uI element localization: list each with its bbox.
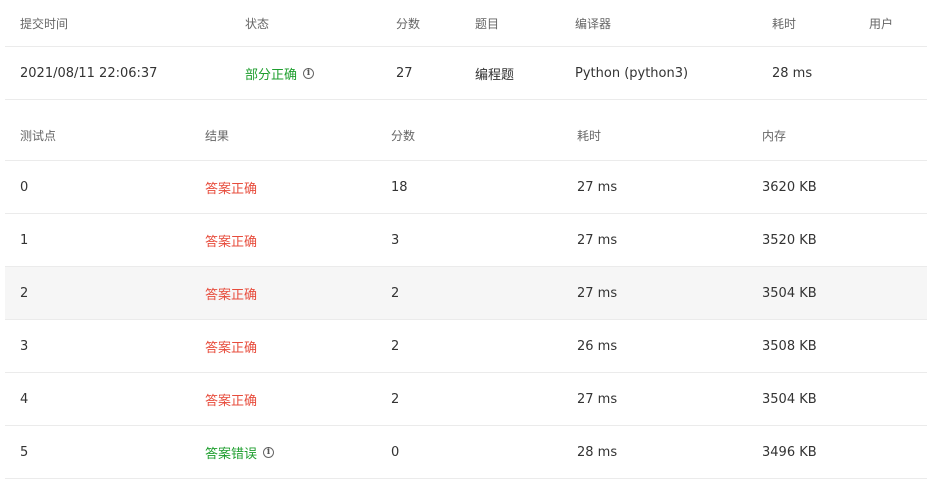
header-duration: 耗时 <box>772 16 797 31</box>
testcase-result-cell: 答案错误 i <box>205 426 275 478</box>
testcase-memory: 3496 KB <box>762 444 817 460</box>
table-row: 0 答案正确 18 27 ms 3620 KB <box>5 161 927 214</box>
testcase-memory: 3520 KB <box>762 232 817 248</box>
table-row: 5 答案错误 i 0 28 ms 3496 KB <box>5 426 927 479</box>
testcase-memory: 3508 KB <box>762 338 817 354</box>
testcase-header-row: 测试点 结果 分数 耗时 内存 <box>5 110 927 161</box>
testcase-time: 26 ms <box>577 338 618 354</box>
testcase-id: 3 <box>20 338 29 354</box>
table-row: 2 答案正确 2 27 ms 3504 KB <box>5 267 927 320</box>
testcase-id: 2 <box>20 285 29 301</box>
submit-duration: 28 ms <box>772 65 813 81</box>
testcase-time: 27 ms <box>577 285 618 301</box>
status-label: 部分正确 <box>245 67 298 83</box>
testcase-id: 4 <box>20 391 29 407</box>
header-user: 用户 <box>869 16 894 31</box>
table-row: 4 答案正确 2 27 ms 3504 KB <box>5 373 927 426</box>
info-icon[interactable]: i <box>303 67 315 79</box>
table-row: 3 答案正确 2 26 ms 3508 KB <box>5 320 927 373</box>
testcase-time: 27 ms <box>577 391 618 407</box>
testcase-result: 答案正确 <box>205 181 258 197</box>
header-compiler: 编译器 <box>575 16 612 31</box>
testcase-score: 18 <box>391 179 408 195</box>
testcase-result: 答案正确 <box>205 287 258 303</box>
submit-compiler: Python (python3) <box>575 65 689 81</box>
header-test-time: 耗时 <box>577 128 602 143</box>
submit-status: 部分正确 i <box>245 47 315 99</box>
header-test-score: 分数 <box>391 128 416 143</box>
testcase-time: 28 ms <box>577 444 618 460</box>
header-problem: 题目 <box>475 16 500 31</box>
testcase-score: 0 <box>391 444 400 460</box>
submission-table: 提交时间 状态 分数 题目 编译器 耗时 用户 2021/08/11 22:06… <box>5 0 927 100</box>
header-score: 分数 <box>396 16 421 31</box>
header-status: 状态 <box>245 16 270 31</box>
header-memory: 内存 <box>762 128 787 143</box>
testcase-score: 3 <box>391 232 400 248</box>
submission-row: 2021/08/11 22:06:37 部分正确 i 27 编程题 Python… <box>5 47 927 100</box>
testcase-result: 答案正确 <box>205 234 258 250</box>
testcase-score: 2 <box>391 391 400 407</box>
testcase-result: 答案错误 <box>205 446 258 462</box>
testcase-result: 答案正确 <box>205 393 258 409</box>
testcase-id: 0 <box>20 179 29 195</box>
info-icon[interactable]: i <box>263 446 275 458</box>
testcase-score: 2 <box>391 338 400 354</box>
header-submit-time: 提交时间 <box>20 16 69 31</box>
submit-problem[interactable]: 编程题 <box>475 47 514 99</box>
testcase-time: 27 ms <box>577 232 618 248</box>
testcase-memory: 3504 KB <box>762 285 817 301</box>
submit-score: 27 <box>396 65 413 81</box>
testcase-memory: 3504 KB <box>762 391 817 407</box>
submit-time: 2021/08/11 22:06:37 <box>20 65 158 81</box>
testcase-score: 2 <box>391 285 400 301</box>
header-testcase: 测试点 <box>20 128 57 143</box>
testcase-time: 27 ms <box>577 179 618 195</box>
header-result: 结果 <box>205 128 230 143</box>
testcase-table: 测试点 结果 分数 耗时 内存 0 答案正确 18 27 ms 3620 KB … <box>5 110 927 479</box>
testcase-id: 1 <box>20 232 29 248</box>
testcase-result: 答案正确 <box>205 340 258 356</box>
testcase-id: 5 <box>20 444 29 460</box>
testcase-memory: 3620 KB <box>762 179 817 195</box>
submission-header-row: 提交时间 状态 分数 题目 编译器 耗时 用户 <box>5 0 927 47</box>
table-row: 1 答案正确 3 27 ms 3520 KB <box>5 214 927 267</box>
